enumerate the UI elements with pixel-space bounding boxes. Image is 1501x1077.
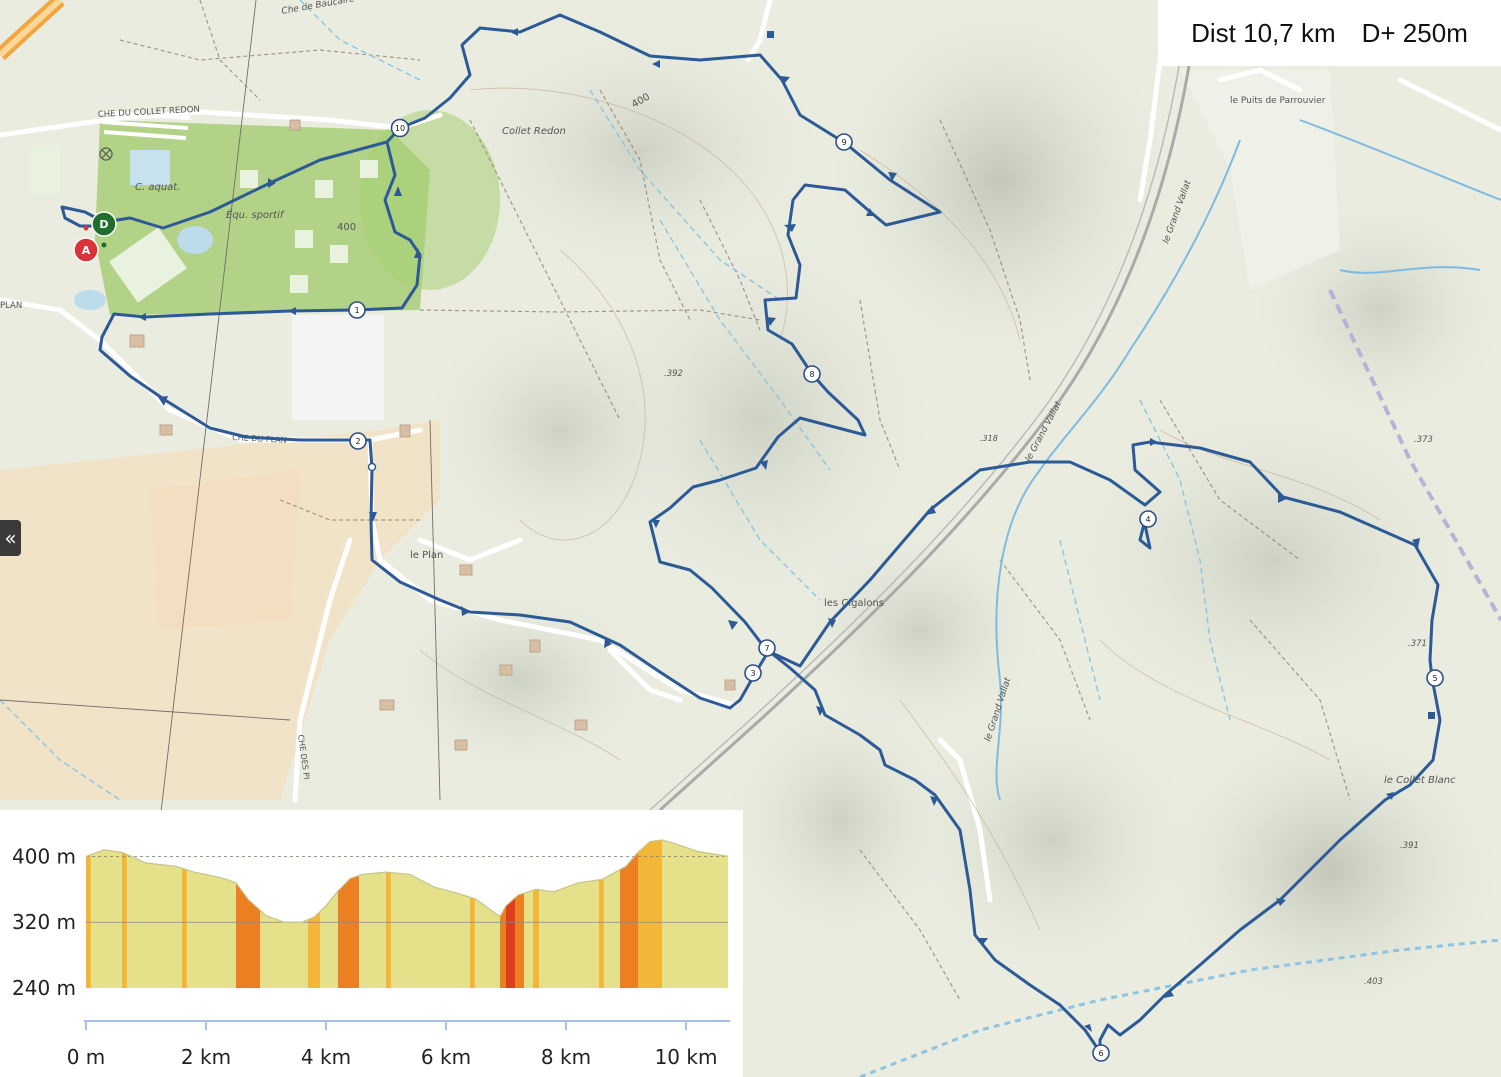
svg-text:A: A [82,244,91,257]
svg-text:6: 6 [1098,1049,1103,1058]
label-les-cigalons: les Cigalons [824,598,884,609]
svg-text:8: 8 [809,370,814,379]
collapse-panel-button[interactable]: « [0,520,21,556]
slope-band-8 [470,840,475,988]
label-alt-391: .391 [1400,841,1419,851]
label-alt-400-park: 400 [337,222,356,233]
waypoint-4[interactable]: 4 [1139,510,1157,528]
label-aquatic: C. aquat. [135,182,180,193]
label-alt-373: .373 [1414,435,1433,445]
svg-text:9: 9 [841,138,846,147]
waypoint-8[interactable]: 8 [803,365,821,383]
waypoint-7[interactable]: 7 [758,639,776,657]
slope-band-1 [86,840,91,988]
waypoint-9[interactable]: 9 [835,133,853,151]
slope-band-5 [308,840,320,988]
elevation-gain-value: D+ 250m [1361,17,1468,48]
slope-band-3 [182,840,187,988]
slope-band-14 [620,840,638,988]
svg-text:1: 1 [354,306,359,315]
svg-text:3: 3 [750,669,755,678]
waypoint-3[interactable]: 3 [744,664,762,682]
label-alt-403: .403 [1364,977,1383,987]
poi-marker [767,31,774,38]
label-alt-371: .371 [1408,639,1427,649]
double-chevron-left-icon: « [4,526,17,550]
label-collet-blanc: le Collet Blanc [1384,775,1456,786]
elevation-chart: 400 m 320 m 240 m 0 m 2 km 4 km 6 km 8 km 10 km [12,839,730,1069]
svg-text:10: 10 [395,124,405,133]
slope-band-13 [599,840,604,988]
x-tick-label: 8 km [541,1045,591,1069]
x-tick-label: 4 km [301,1045,351,1069]
slope-band-6 [338,840,359,988]
slope-band-7 [386,840,391,988]
label-alt-392: .392 [664,369,683,379]
slope-band-12 [533,840,539,988]
distance-value: Dist 10,7 km [1191,17,1336,48]
waypoint-2[interactable]: 2 [349,432,367,450]
waypoint-6[interactable]: 6 [1092,1044,1110,1062]
elevation-profile: 400 m 320 m 240 m 0 m 2 km 4 km 6 km 8 km 10 km [0,810,743,1077]
waypoint-10[interactable]: 10 [390,118,410,138]
svg-text:2: 2 [355,437,360,446]
x-tick-label: 0 m [67,1045,106,1069]
svg-text:7: 7 [764,644,769,653]
svg-text:4: 4 [1145,515,1150,524]
slope-band-11 [515,840,524,988]
waypoint-1[interactable]: 1 [348,301,366,319]
svg-text:5: 5 [1432,674,1437,683]
y-tick-label: 320 m [12,910,76,934]
slope-band-4 [236,840,260,988]
slope-band-10 [506,840,515,988]
slope-band-15 [638,840,662,988]
y-tick-label: 400 m [12,844,76,868]
label-sports: Équ. sportif [226,208,285,221]
label-plan-left: PLAN [0,301,22,311]
route-summary: Dist 10,7 km D+ 250m [1158,0,1501,66]
x-tick-label: 6 km [421,1045,471,1069]
waypoint-5[interactable]: 5 [1426,669,1444,687]
svg-text:D: D [99,218,108,231]
y-tick-label: 240 m [12,976,76,1000]
x-tick-label: 2 km [181,1045,231,1069]
label-alt-318: .318 [980,434,998,443]
label-collet-redon: Collet Redon [502,126,566,137]
poi-marker-2 [1428,712,1435,719]
label-puits: le Puits de Parrouvier [1230,96,1326,106]
x-tick-label: 10 km [655,1045,718,1069]
slope-band-9 [500,840,506,988]
route-point-marker [367,462,377,472]
label-le-plan: le Plan [410,550,443,561]
